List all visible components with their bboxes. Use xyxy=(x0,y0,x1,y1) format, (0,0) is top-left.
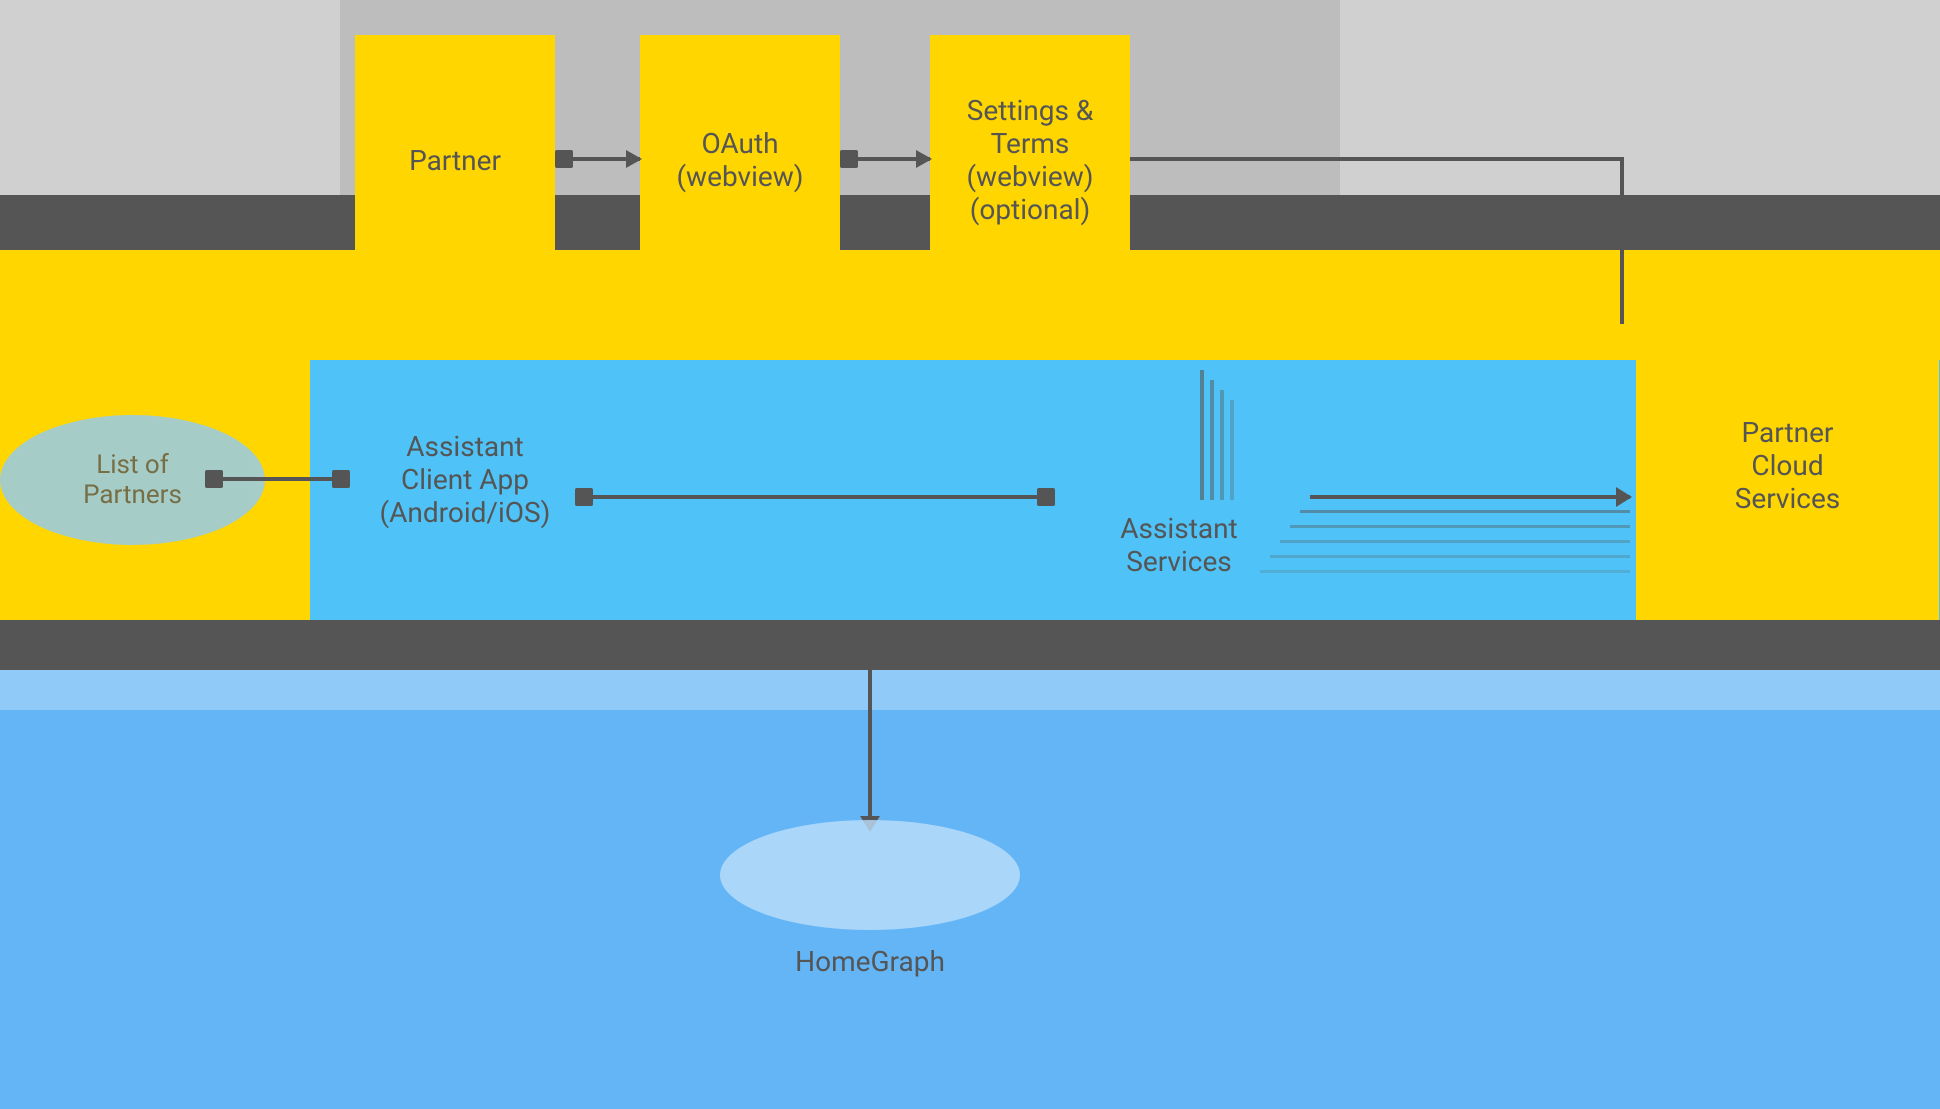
partner-setup-label: Partner xyxy=(409,144,501,177)
vert-line-deco4 xyxy=(1230,400,1234,500)
label-homegraph: HomeGraph xyxy=(720,945,1020,978)
arrow-setup-to-oauth xyxy=(555,157,640,161)
box-partner-cloud-services: PartnerCloudServices xyxy=(1636,310,1939,620)
box-partner-setup: Partner xyxy=(355,35,555,285)
multi-line-3 xyxy=(1280,540,1630,543)
multi-line-5 xyxy=(1260,570,1630,573)
connector-client-to-services xyxy=(575,495,1055,499)
vert-line-deco3 xyxy=(1220,390,1224,500)
ellipse-homegraph xyxy=(720,820,1020,930)
arrow-down-to-homegraph xyxy=(868,645,872,820)
homegraph-text: HomeGraph xyxy=(795,945,945,978)
partner-cloud-services-label: PartnerCloudServices xyxy=(1735,416,1841,515)
arrow-services-to-partner-cloud xyxy=(1310,495,1630,499)
multi-line-4 xyxy=(1270,555,1630,558)
label-assistant-client-app: AssistantClient App(Android/iOS) xyxy=(355,430,575,529)
assistant-services-text: AssistantServices xyxy=(1120,512,1237,578)
box-oauth: OAuth(webview) xyxy=(640,35,840,285)
dark-band-bottom xyxy=(0,620,1940,670)
settings-terms-label: Settings &Terms(webview)(optional) xyxy=(966,94,1093,226)
assistant-client-app-text: AssistantClient App(Android/iOS) xyxy=(380,430,551,529)
oauth-label: OAuth(webview) xyxy=(676,127,803,193)
multi-line-2 xyxy=(1290,525,1630,528)
multi-line-1 xyxy=(1300,510,1630,513)
line-down-to-partner-cloud xyxy=(1620,157,1624,324)
vert-line-deco2 xyxy=(1210,380,1214,500)
connector-partners-to-client xyxy=(205,477,350,481)
list-of-partners-label: List ofPartners xyxy=(83,450,182,510)
label-assistant-services: AssistantServices xyxy=(1054,512,1304,578)
arrow-oauth-to-settings xyxy=(840,157,930,161)
vert-line-deco1 xyxy=(1200,370,1204,500)
line-settings-to-right xyxy=(1130,157,1620,161)
box-settings-terms: Settings &Terms(webview)(optional) xyxy=(930,35,1130,285)
